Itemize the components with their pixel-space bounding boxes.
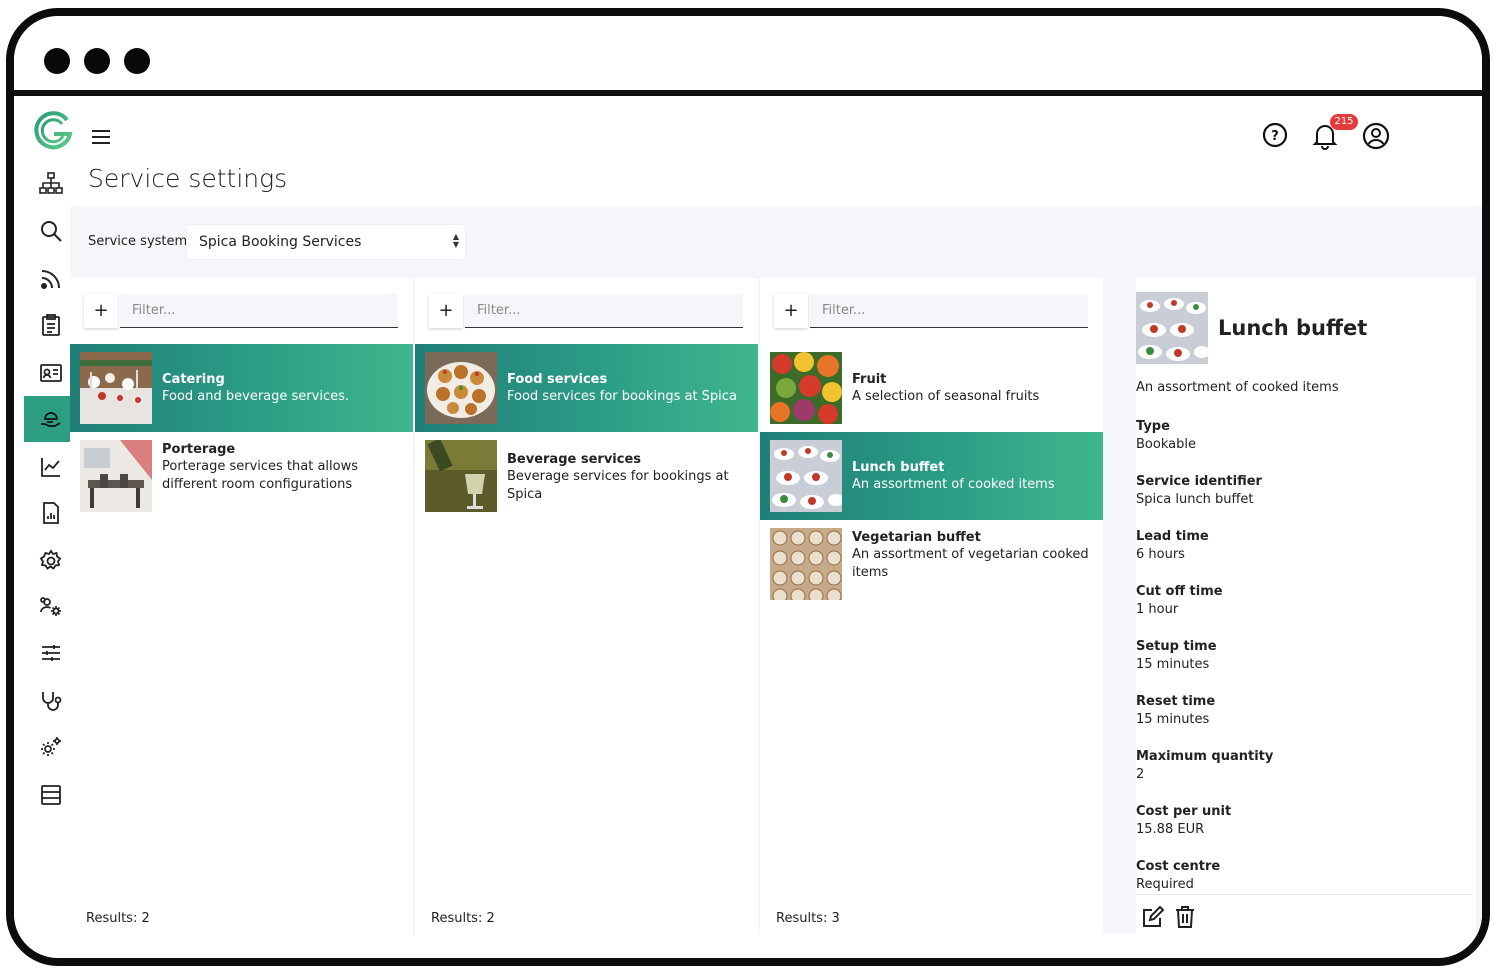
list-item-porterage[interactable]: Porterage Porterage services that allows… xyxy=(70,432,413,520)
field-type: Type Bookable xyxy=(1136,418,1196,454)
field-reset-time: Reset time 15 minutes xyxy=(1136,693,1215,729)
item-title: Beverage services xyxy=(507,452,642,467)
service-filter-input[interactable] xyxy=(810,294,1088,328)
field-value: 1 hour xyxy=(1136,602,1179,617)
item-title: Vegetarian buffet xyxy=(852,530,981,545)
field-label: Cut off time xyxy=(1136,584,1223,599)
item-description: An assortment of vegetarian cooked items xyxy=(852,547,1089,580)
help-icon[interactable]: ? xyxy=(1262,122,1288,148)
field-label: Reset time xyxy=(1136,694,1216,709)
device-frame: ? 215 Service settings Service system Sp… xyxy=(6,8,1490,966)
item-description: Food services for bookings at Spica xyxy=(507,389,737,404)
sitemap-icon[interactable] xyxy=(24,160,78,206)
fruit-image xyxy=(770,352,842,424)
beverage-services-image xyxy=(425,440,497,512)
field-value: Bookable xyxy=(1136,437,1196,452)
item-description: Porterage services that allows different… xyxy=(162,459,359,492)
service-column: + Fruit A selection of seasonal fruits xyxy=(760,278,1103,942)
filter-row: + xyxy=(774,294,1088,328)
svg-text:?: ? xyxy=(1271,129,1279,144)
field-cost-centre: Cost centre Required xyxy=(1136,858,1220,894)
field-value: 15 minutes xyxy=(1136,657,1210,672)
catering-image xyxy=(80,352,152,424)
results-count: Results: 2 xyxy=(86,911,150,926)
window-dot-maximize[interactable] xyxy=(124,48,150,74)
menu-toggle-icon[interactable] xyxy=(92,130,110,144)
delete-icon[interactable] xyxy=(1172,904,1198,930)
field-value: 15.88 EUR xyxy=(1136,822,1205,837)
field-value: 15 minutes xyxy=(1136,712,1210,727)
item-description: Food and beverage services. xyxy=(162,389,350,404)
service-system-select[interactable]: Spica Booking Services ▲ ▼ xyxy=(187,225,465,259)
field-value: 2 xyxy=(1136,767,1145,782)
field-setup-time: Setup time 15 minutes xyxy=(1136,638,1217,674)
field-value: Spica lunch buffet xyxy=(1136,492,1254,507)
field-value: Required xyxy=(1136,877,1194,892)
field-label: Setup time xyxy=(1136,639,1217,654)
vegetarian-buffet-image xyxy=(770,528,842,600)
list-item-food-services[interactable]: Food services Food services for bookings… xyxy=(415,344,758,432)
add-category-button[interactable]: + xyxy=(84,294,118,328)
field-label: Maximum quantity xyxy=(1136,749,1274,764)
field-cost-per-unit: Cost per unit 15.88 EUR xyxy=(1136,803,1231,839)
item-description: Beverage services for bookings at Spica xyxy=(507,469,729,502)
field-label: Cost centre xyxy=(1136,859,1221,874)
service-system-bar: Service system Spica Booking Services ▲ ▼ xyxy=(70,206,1482,278)
app-root: ? 215 Service settings Service system Sp… xyxy=(14,102,1482,958)
item-title: Porterage xyxy=(162,442,236,457)
item-title: Lunch buffet xyxy=(852,460,945,475)
detail-image xyxy=(1136,292,1208,364)
list-item-beverage-services[interactable]: Beverage services Beverage services for … xyxy=(415,432,758,520)
list-item-lunch-buffet[interactable]: Lunch buffet An assortment of cooked ite… xyxy=(760,432,1103,520)
porterage-image xyxy=(80,440,152,512)
user-avatar-icon[interactable] xyxy=(1362,122,1390,150)
field-value: 6 hours xyxy=(1136,547,1185,562)
list-item-fruit[interactable]: Fruit A selection of seasonal fruits xyxy=(760,344,1103,432)
item-title: Food services xyxy=(507,372,608,387)
filter-row: + xyxy=(84,294,398,328)
item-title: Fruit xyxy=(852,372,887,387)
field-maximum-quantity: Maximum quantity 2 xyxy=(1136,748,1273,784)
page-title: Service settings xyxy=(88,164,288,193)
results-count: Results: 3 xyxy=(776,911,840,926)
window-titlebar xyxy=(14,16,1482,96)
edit-icon[interactable] xyxy=(1140,904,1166,930)
field-service-identifier: Service identifier Spica lunch buffet xyxy=(1136,473,1262,509)
service-system-label: Service system xyxy=(88,234,188,249)
field-cut-off-time: Cut off time 1 hour xyxy=(1136,583,1223,619)
category-filter-input[interactable] xyxy=(120,294,398,328)
service-detail-panel: Lunch buffet An assortment of cooked ite… xyxy=(1136,278,1476,942)
window-dot-close[interactable] xyxy=(44,48,70,74)
field-label: Service identifier xyxy=(1136,474,1262,489)
field-label: Cost per unit xyxy=(1136,804,1232,819)
category-column: + Catering Food and beverage services. xyxy=(70,278,413,942)
service-browser: + Catering Food and beverage services. xyxy=(70,278,1482,942)
item-description: A selection of seasonal fruits xyxy=(852,389,1040,404)
field-lead-time: Lead time 6 hours xyxy=(1136,528,1209,564)
add-subcategory-button[interactable]: + xyxy=(429,294,463,328)
notification-badge: 215 xyxy=(1330,114,1358,130)
detail-description: An assortment of cooked items xyxy=(1136,380,1339,395)
subcategory-filter-input[interactable] xyxy=(465,294,743,328)
filter-row: + xyxy=(429,294,743,328)
detail-footer-divider xyxy=(1136,894,1472,895)
subcategory-column: + Food services Food services for bookin… xyxy=(415,278,758,942)
results-count: Results: 2 xyxy=(431,911,495,926)
select-arrows-icon: ▲ ▼ xyxy=(452,232,459,249)
window-dot-minimize[interactable] xyxy=(84,48,110,74)
service-system-value: Spica Booking Services xyxy=(199,234,362,250)
add-service-button[interactable]: + xyxy=(774,294,808,328)
list-item-catering[interactable]: Catering Food and beverage services. xyxy=(70,344,413,432)
logo-icon[interactable] xyxy=(32,110,74,152)
item-description: An assortment of cooked items xyxy=(852,477,1055,492)
field-label: Type xyxy=(1136,419,1170,434)
list-item-vegetarian-buffet[interactable]: Vegetarian buffet An assortment of veget… xyxy=(760,520,1103,608)
food-services-image xyxy=(425,352,497,424)
field-label: Lead time xyxy=(1136,529,1209,544)
lunch-buffet-image xyxy=(770,440,842,512)
detail-title: Lunch buffet xyxy=(1218,316,1368,340)
item-title: Catering xyxy=(162,372,225,387)
